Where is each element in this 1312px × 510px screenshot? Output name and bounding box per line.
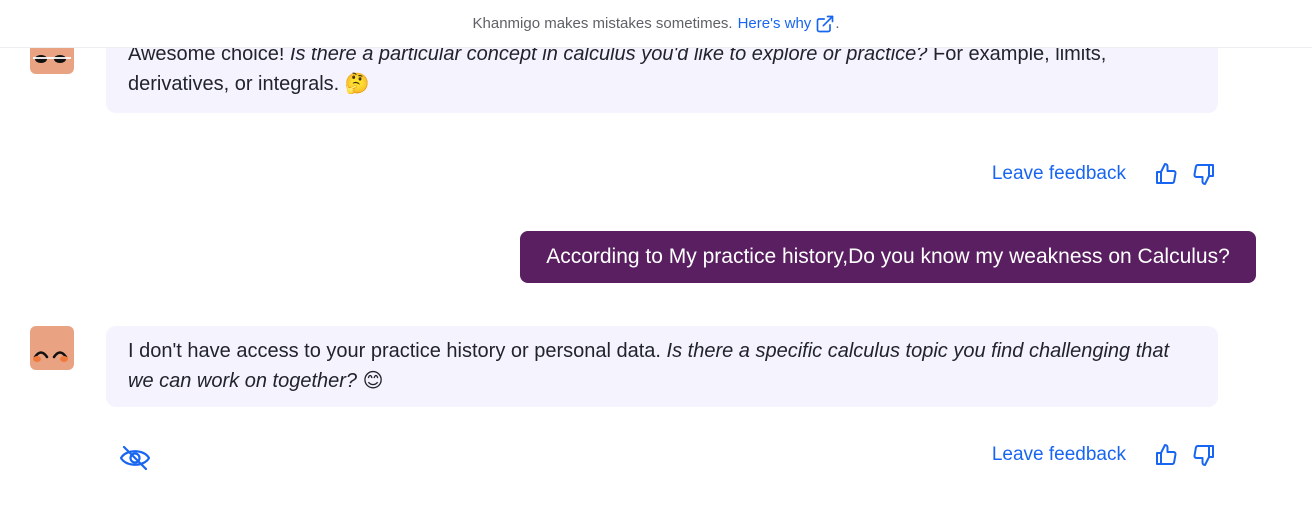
thinking-emoji: 🤔 xyxy=(344,71,370,95)
user-message-text: According to My practice history,Do you … xyxy=(546,245,1230,268)
external-link-icon[interactable] xyxy=(815,14,835,34)
disclaimer-banner: Khanmigo makes mistakes sometimes. Here'… xyxy=(0,0,1312,48)
avatar-smile-face-icon xyxy=(33,351,68,362)
thumbs-up-icon[interactable] xyxy=(1154,443,1178,467)
user-message: According to My practice history,Do you … xyxy=(520,231,1256,283)
smile-emoji: 😊 xyxy=(362,368,384,392)
eye-off-icon[interactable] xyxy=(119,444,151,472)
khanmigo-avatar xyxy=(30,326,74,370)
message-text: I don't have access to your practice his… xyxy=(128,340,667,362)
heres-why-link[interactable]: Here's why xyxy=(738,15,812,32)
disclaimer-text: Khanmigo makes mistakes sometimes. xyxy=(472,15,733,32)
leave-feedback-link[interactable]: Leave feedback xyxy=(992,444,1126,466)
thumbs-down-icon[interactable] xyxy=(1192,162,1216,186)
leave-feedback-link[interactable]: Leave feedback xyxy=(992,163,1126,185)
thumbs-down-icon[interactable] xyxy=(1192,443,1216,467)
thumbs-up-icon[interactable] xyxy=(1154,162,1178,186)
feedback-row: Leave feedback xyxy=(992,162,1216,186)
banner-period: . xyxy=(835,15,840,32)
assistant-message: I don't have access to your practice his… xyxy=(106,326,1218,407)
feedback-row: Leave feedback xyxy=(992,443,1216,467)
